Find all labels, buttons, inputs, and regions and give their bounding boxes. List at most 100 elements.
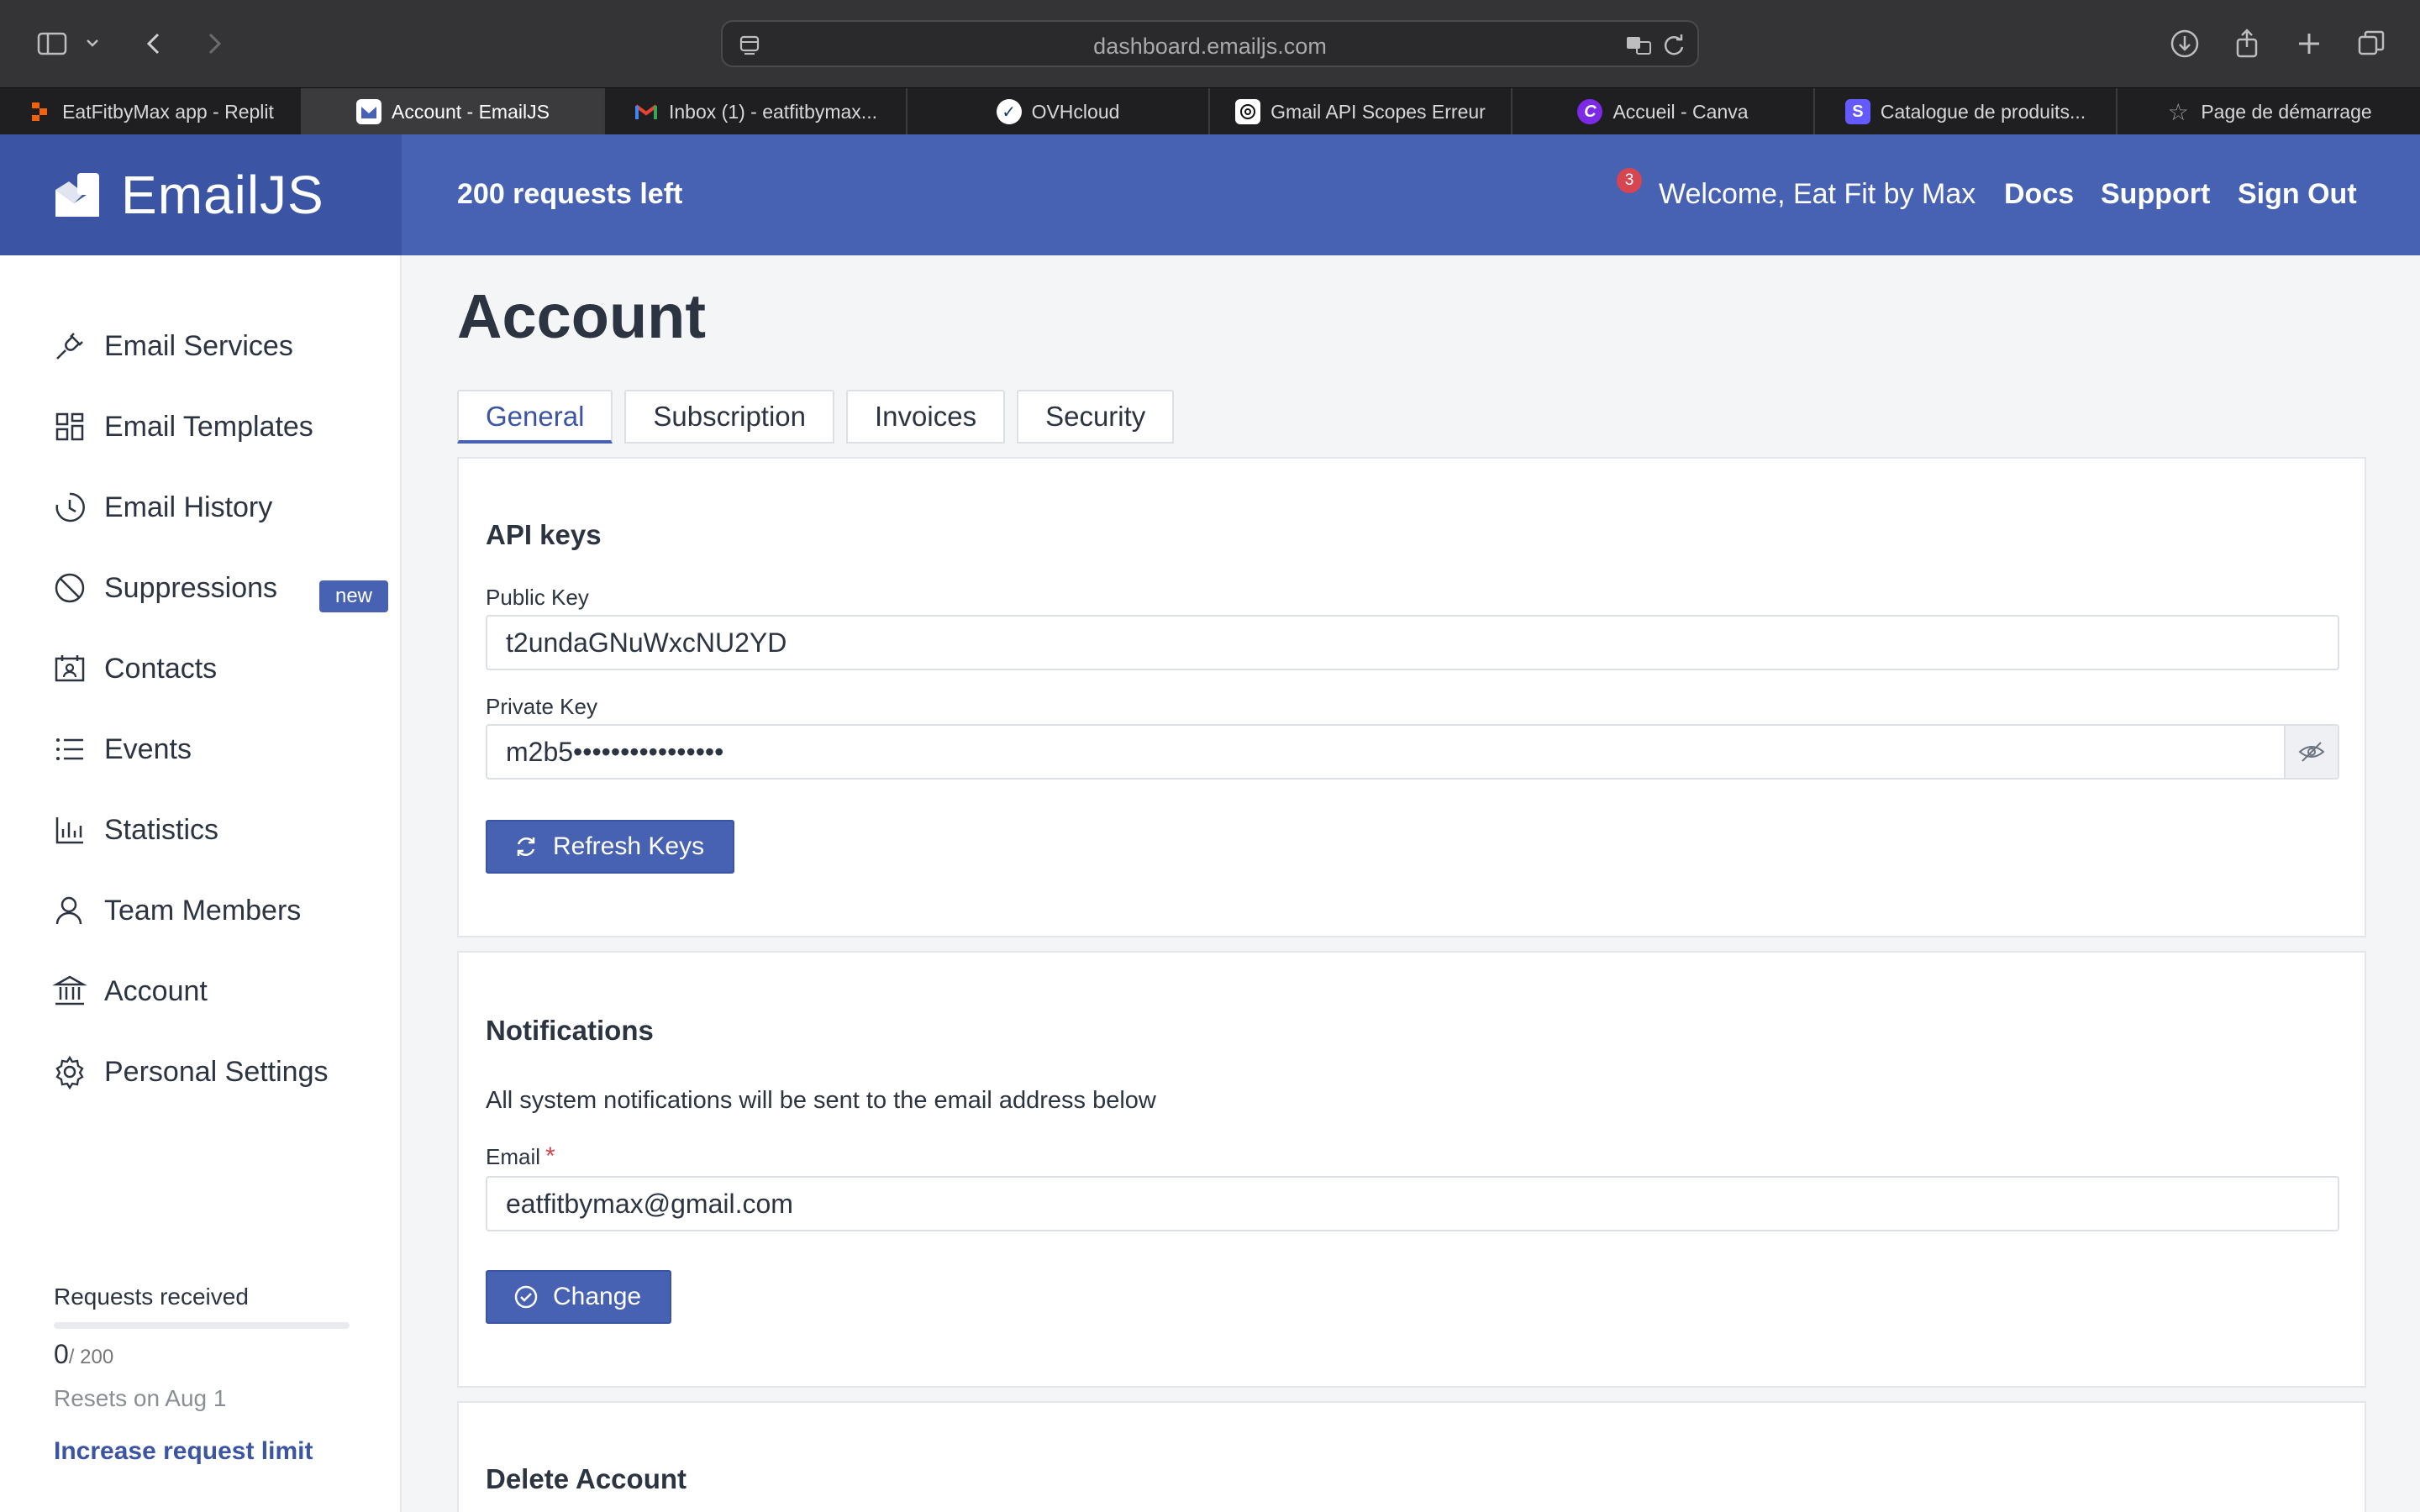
browser-tab-canva[interactable]: C Accueil - Canva — [1512, 88, 1815, 135]
sidebar-item-label: Account — [104, 974, 208, 1007]
tab-label: Accueil - Canva — [1612, 100, 1749, 123]
gear-icon — [55, 1055, 84, 1089]
browser-tab-bar: EatFitbyMax app - Replit Account - Email… — [0, 87, 2420, 135]
sidebar-item-email-templates[interactable]: Email Templates — [52, 403, 313, 450]
history-icon — [55, 492, 85, 522]
tab-label: Inbox (1) - eatfitbymax... — [669, 100, 877, 123]
tab-overview-icon[interactable] — [2354, 27, 2388, 60]
usage-progress-bar — [54, 1322, 350, 1329]
address-bar[interactable]: dashboard.emailjs.com — [721, 20, 1699, 67]
tab-general[interactable]: General — [457, 390, 613, 444]
account-tabs: General Subscription Invoices Security — [457, 390, 1175, 444]
notification-email-field[interactable]: eatfitbymax@gmail.com — [486, 1176, 2339, 1231]
welcome-user[interactable]: Welcome, Eat Fit by Max — [1659, 178, 1975, 211]
top-navigation: 200 requests left 3 Welcome, Eat Fit by … — [402, 134, 2420, 255]
sidebar-item-label: Email History — [104, 491, 273, 523]
new-tab-icon[interactable] — [2292, 27, 2326, 60]
sidebar-item-personal-settings[interactable]: Personal Settings — [52, 1048, 329, 1095]
requests-received-label: Requests received — [54, 1284, 249, 1310]
refresh-keys-button[interactable]: Refresh Keys — [486, 820, 735, 874]
contacts-icon — [55, 655, 85, 682]
sidebar-item-label: Team Members — [104, 894, 302, 927]
translate-icon[interactable] — [1623, 30, 1654, 60]
browser-tab-start-page[interactable]: ☆ Page de démarrage — [2118, 88, 2420, 135]
sidebar-item-label: Events — [104, 732, 192, 765]
browser-tab-stripe[interactable]: S Catalogue de produits... — [1815, 88, 2118, 135]
email-label-text: Email — [486, 1144, 541, 1169]
stripe-icon: S — [1844, 99, 1870, 124]
sidebar-item-label: Suppressions — [104, 571, 278, 604]
back-icon[interactable] — [138, 27, 171, 60]
sidebar-item-events[interactable]: Events — [52, 726, 192, 773]
sidebar-item-contacts[interactable]: Contacts — [52, 645, 217, 692]
usage-count-max: / 200 — [68, 1346, 114, 1368]
notifications-card: Notifications All system notifications w… — [457, 951, 2366, 1388]
sidebar-item-label: Statistics — [104, 813, 219, 846]
reload-icon[interactable] — [1659, 30, 1689, 60]
page-title: Account — [457, 281, 706, 351]
share-icon[interactable] — [2230, 27, 2264, 60]
browser-tab-openai[interactable]: Gmail API Scopes Erreur — [1210, 88, 1512, 135]
notifications-heading: Notifications — [486, 1015, 654, 1046]
browser-tab-ovhcloud[interactable]: ✓ OVHcloud — [908, 88, 1210, 135]
star-icon: ☆ — [2167, 98, 2189, 125]
toggle-visibility-button[interactable] — [2284, 726, 2338, 778]
tab-security[interactable]: Security — [1017, 390, 1175, 444]
block-icon — [55, 573, 85, 603]
openai-icon — [1235, 99, 1261, 124]
sidebar-item-statistics[interactable]: Statistics — [52, 806, 218, 853]
public-key-label: Public Key — [486, 585, 589, 610]
tab-subscription[interactable]: Subscription — [624, 390, 835, 444]
canva-icon: C — [1577, 99, 1603, 124]
check-circle-icon — [514, 1285, 538, 1309]
sidebar-item-suppressions[interactable]: Suppressions — [52, 564, 277, 612]
private-key-value: m2b5•••••••••••••••• — [506, 737, 724, 767]
change-email-label: Change — [553, 1283, 642, 1310]
increase-limit-link[interactable]: Increase request limit — [54, 1437, 356, 1466]
sidebar-item-email-services[interactable]: Email Services — [52, 323, 293, 370]
chevron-down-icon[interactable] — [81, 27, 104, 60]
new-badge: new — [319, 580, 388, 612]
sidebar-item-team-members[interactable]: Team Members — [52, 887, 301, 934]
support-link[interactable]: Support — [2101, 178, 2210, 211]
ovhcloud-icon: ✓ — [996, 99, 1022, 124]
notification-badge[interactable]: 3 — [1617, 168, 1642, 193]
private-key-field[interactable]: m2b5•••••••••••••••• — [486, 724, 2339, 780]
tab-label: OVHcloud — [1031, 100, 1120, 123]
notifications-description: All system notifications will be sent to… — [486, 1087, 1156, 1114]
api-keys-heading: API keys — [486, 519, 602, 550]
bank-icon — [52, 975, 87, 1005]
sidebar-item-email-history[interactable]: Email History — [52, 484, 272, 531]
docs-link[interactable]: Docs — [2004, 178, 2074, 211]
request-usage-panel: Requests received 0/ 200 Resets on Aug 1… — [54, 1284, 356, 1466]
tab-label: Account - EmailJS — [392, 100, 550, 123]
emailjs-icon — [356, 99, 382, 124]
sidebar-toggle-icon[interactable] — [35, 27, 69, 60]
sidebar: Email Services Email Templates Email His… — [0, 255, 402, 1512]
brand-name: EmailJS — [121, 165, 324, 225]
sidebar-item-label: Email Templates — [104, 410, 313, 443]
browser-tab-emailjs[interactable]: Account - EmailJS — [302, 88, 605, 135]
required-marker: * — [545, 1142, 555, 1170]
sign-out-link[interactable]: Sign Out — [2238, 178, 2357, 211]
tab-invoices[interactable]: Invoices — [846, 390, 1006, 444]
refresh-keys-label: Refresh Keys — [553, 832, 705, 860]
sidebar-item-account[interactable]: Account — [52, 968, 208, 1015]
browser-tab-replit[interactable]: EatFitbyMax app - Replit — [0, 88, 302, 135]
public-key-field[interactable]: t2undaGNuWxcNU2YD — [486, 615, 2339, 670]
tab-label: Gmail API Scopes Erreur — [1270, 100, 1486, 123]
tab-label: Page de démarrage — [2201, 100, 2372, 123]
url-text: dashboard.emailjs.com — [1093, 34, 1327, 59]
emailjs-logo-icon — [55, 173, 99, 217]
download-icon[interactable] — [2168, 27, 2202, 60]
user-icon — [55, 896, 82, 925]
delete-account-card: Delete Account — [457, 1401, 2366, 1512]
browser-tab-gmail[interactable]: Inbox (1) - eatfitbymax... — [605, 88, 908, 135]
usage-count: 0/ 200 — [54, 1339, 356, 1370]
requests-left-text: 200 requests left — [457, 178, 683, 210]
change-email-button[interactable]: Change — [486, 1270, 672, 1324]
chart-icon — [55, 817, 83, 844]
forward-icon[interactable] — [197, 27, 230, 60]
usage-count-value: 0 — [54, 1339, 69, 1369]
emailjs-logo-area[interactable]: EmailJS — [0, 134, 402, 255]
